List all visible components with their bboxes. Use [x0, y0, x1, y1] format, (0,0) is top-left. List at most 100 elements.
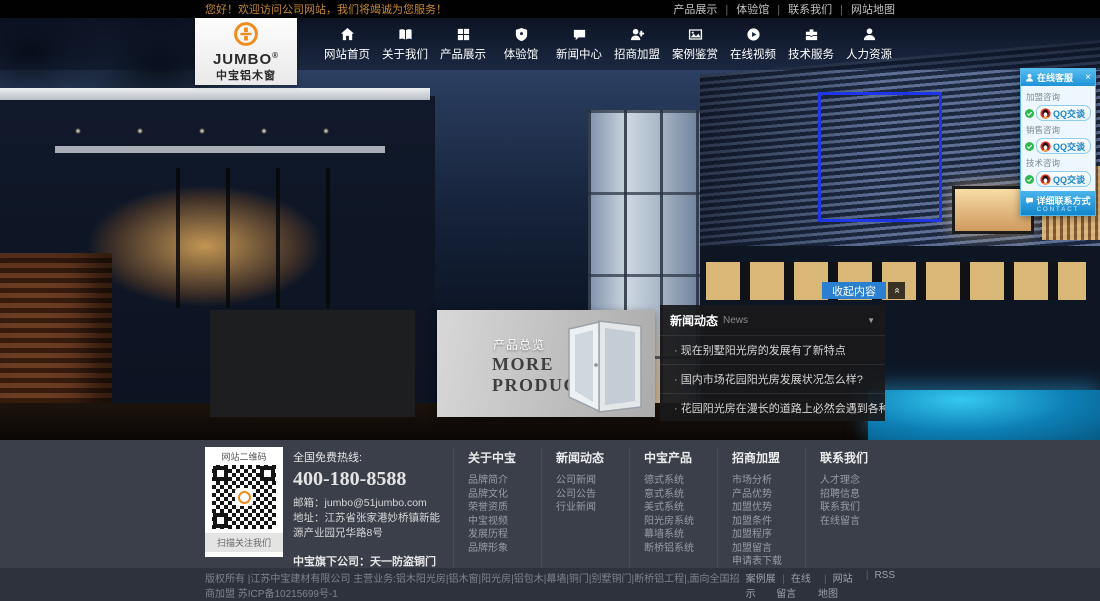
qq-chat-label: QQ交谈 [1053, 140, 1085, 153]
footer-link[interactable]: 幕墙系统 [644, 528, 717, 542]
service-person-icon [1025, 73, 1034, 82]
topbar-link[interactable]: 网站地图 [832, 1, 895, 17]
qq-chat-button[interactable]: QQ交谈 [1036, 138, 1091, 154]
footer-link[interactable]: 品牌形象 [468, 542, 541, 556]
footer-col-title[interactable]: 招商加盟 [732, 449, 805, 466]
footer-link[interactable]: 发展历程 [468, 528, 541, 542]
footer-link[interactable]: 人才理念 [820, 474, 893, 488]
nav-item-join[interactable]: 招商加盟 [608, 18, 666, 70]
qr-finder [213, 513, 228, 528]
main-navbar: 网站首页 关于我们 产品展示 体验馆 新闻中心 [0, 18, 1100, 70]
footer-link[interactable]: 中宝视频 [468, 515, 541, 529]
logo[interactable]: JUMBO® 中宝铝木窗 [195, 18, 297, 85]
news-item-link[interactable]: 国内市场花园阳光房发展状况怎么样? [660, 364, 885, 393]
qr-caption: 扫描关注我们 [205, 533, 283, 552]
footer-link[interactable]: 公司新闻 [556, 474, 629, 488]
footer: 网站二维码 扫描关注我们 全国免费热线: 400-180-8588 邮箱：jum… [0, 440, 1100, 568]
qr-finder [213, 466, 228, 481]
nav-label: 新闻中心 [556, 46, 602, 62]
nav-item-news[interactable]: 新闻中心 [550, 18, 608, 70]
footer-link[interactable]: 断桥铝系统 [644, 542, 717, 556]
footer-link[interactable]: 加盟留言 [732, 542, 805, 556]
collapse-content-button[interactable]: 收起内容 [822, 282, 886, 299]
bottom-link[interactable]: 案例展示 [746, 570, 777, 600]
qq-penguin-icon [1040, 174, 1051, 185]
qr-card: 网站二维码 扫描关注我们 [205, 447, 283, 557]
bottom-link[interactable]: RSS [860, 570, 895, 600]
news-item-link[interactable]: 花园阳光房在漫长的道路上必然会遇到各种挑战 [660, 393, 885, 422]
qr-finder [260, 466, 275, 481]
footer-link[interactable]: 阳光房系统 [644, 515, 717, 529]
news-item-link[interactable]: 现在别墅阳光房的发展有了新特点 [660, 335, 885, 364]
online-service-panel: 在线客服 × 加盟咨询 QQ交谈 [1020, 68, 1096, 216]
qq-chat-label: QQ交谈 [1053, 173, 1085, 186]
footer-link[interactable]: 加盟条件 [732, 515, 805, 529]
footer-link[interactable]: 产品优势 [732, 488, 805, 502]
qq-chat-button[interactable]: QQ交谈 [1036, 171, 1091, 187]
hero-image: 网站首页 关于我们 产品展示 体验馆 新闻中心 [0, 18, 1100, 440]
footer-col-title[interactable]: 新闻动态 [556, 449, 629, 466]
footer-col-title[interactable]: 联系我们 [820, 449, 893, 466]
footer-link[interactable]: 加盟程序 [732, 528, 805, 542]
chat-icon [572, 27, 587, 42]
qq-consult-group: 技术咨询 QQ交谈 [1025, 157, 1091, 187]
nav-item-tech-service[interactable]: 技术服务 [782, 18, 840, 70]
nav-item-videos[interactable]: 在线视频 [724, 18, 782, 70]
topbar-link[interactable]: 联系我们 [769, 1, 832, 17]
footer-link[interactable]: 行业新闻 [556, 501, 629, 515]
footer-link[interactable]: 品牌简介 [468, 474, 541, 488]
nav-item-hr[interactable]: 人力资源 [840, 18, 898, 70]
book-icon [398, 27, 413, 42]
footer-link[interactable]: 荣誉资质 [468, 501, 541, 515]
topbar-link[interactable]: 体验馆 [717, 1, 769, 17]
footer-link[interactable]: 公司公告 [556, 488, 629, 502]
qq-groups: 加盟咨询 QQ交谈 销售咨询 [1021, 86, 1095, 191]
footer-link[interactable]: 市场分析 [732, 474, 805, 488]
logo-name: JUMBO® [213, 49, 279, 67]
footer-link[interactable]: 申请表下载 [732, 555, 805, 569]
footer-link[interactable]: 加盟优势 [732, 501, 805, 515]
qq-penguin-icon [1040, 108, 1051, 119]
user-icon [862, 27, 877, 42]
footer-link[interactable]: 美式系统 [644, 501, 717, 515]
more-products-card[interactable]: 产品总览 MORE PRODUCTS [437, 310, 655, 417]
welcome-message: 您好！欢迎访问公司网站，我们将竭诚为您服务！ [205, 1, 447, 17]
nav-item-products[interactable]: 产品展示 [434, 18, 492, 70]
footer-col-title[interactable]: 中宝产品 [644, 449, 717, 466]
footer-link[interactable]: 品牌文化 [468, 488, 541, 502]
subsidiary-company: 中宝旗下公司：天一防盗铜门 [293, 553, 447, 569]
jumbo-logo-icon [233, 21, 259, 47]
footer-link[interactable]: 德式系统 [644, 474, 717, 488]
hotline-label: 全国免费热线: [293, 449, 447, 465]
nav-label: 产品展示 [440, 46, 486, 62]
footer-link[interactable]: 联系我们 [820, 501, 893, 515]
nav-label: 技术服务 [788, 46, 834, 62]
content-placeholder-box [210, 310, 415, 417]
page: 您好！欢迎访问公司网站，我们将竭诚为您服务！ 产品展示体验馆联系我们网站地图 [0, 0, 1100, 601]
footer-col-news: 新闻动态 公司新闻公司公告行业新闻 [541, 447, 629, 568]
hotline-number: 400-180-8588 [293, 468, 447, 491]
user-plus-icon [630, 27, 645, 42]
topbar-link[interactable]: 产品展示 [673, 1, 717, 17]
qq-chat-button[interactable]: QQ交谈 [1036, 105, 1091, 121]
bottom-link[interactable]: 网站地图 [818, 570, 860, 600]
briefcase-icon [804, 27, 819, 42]
bottom-links: 案例展示在线留言网站地图RSS [746, 570, 895, 600]
collapse-arrow-icon[interactable]: » [888, 282, 905, 299]
online-status-icon [1025, 142, 1034, 151]
nav-item-cases[interactable]: 案例鉴赏 [666, 18, 724, 70]
close-icon[interactable]: × [1085, 73, 1091, 83]
footer-col-contact: 联系我们 人才理念招聘信息联系我们在线留言 [805, 447, 893, 568]
footer-link[interactable]: 意式系统 [644, 488, 717, 502]
top-bar: 您好！欢迎访问公司网站，我们将竭诚为您服务！ 产品展示体验馆联系我们网站地图 [0, 0, 1100, 18]
contact-chat-icon [1025, 196, 1034, 205]
detailed-contact-button[interactable]: 详细联系方式 CONTACT [1021, 191, 1095, 215]
footer-col-title[interactable]: 关于中宝 [468, 449, 541, 466]
bottom-link[interactable]: 在线留言 [776, 570, 818, 600]
nav-item-about[interactable]: 关于我们 [376, 18, 434, 70]
news-collapse-icon[interactable]: ▼ [867, 316, 875, 325]
nav-item-experience-hall[interactable]: 体验馆 [492, 18, 550, 70]
footer-link[interactable]: 招聘信息 [820, 488, 893, 502]
footer-link[interactable]: 在线留言 [820, 515, 893, 529]
nav-item-home[interactable]: 网站首页 [318, 18, 376, 70]
